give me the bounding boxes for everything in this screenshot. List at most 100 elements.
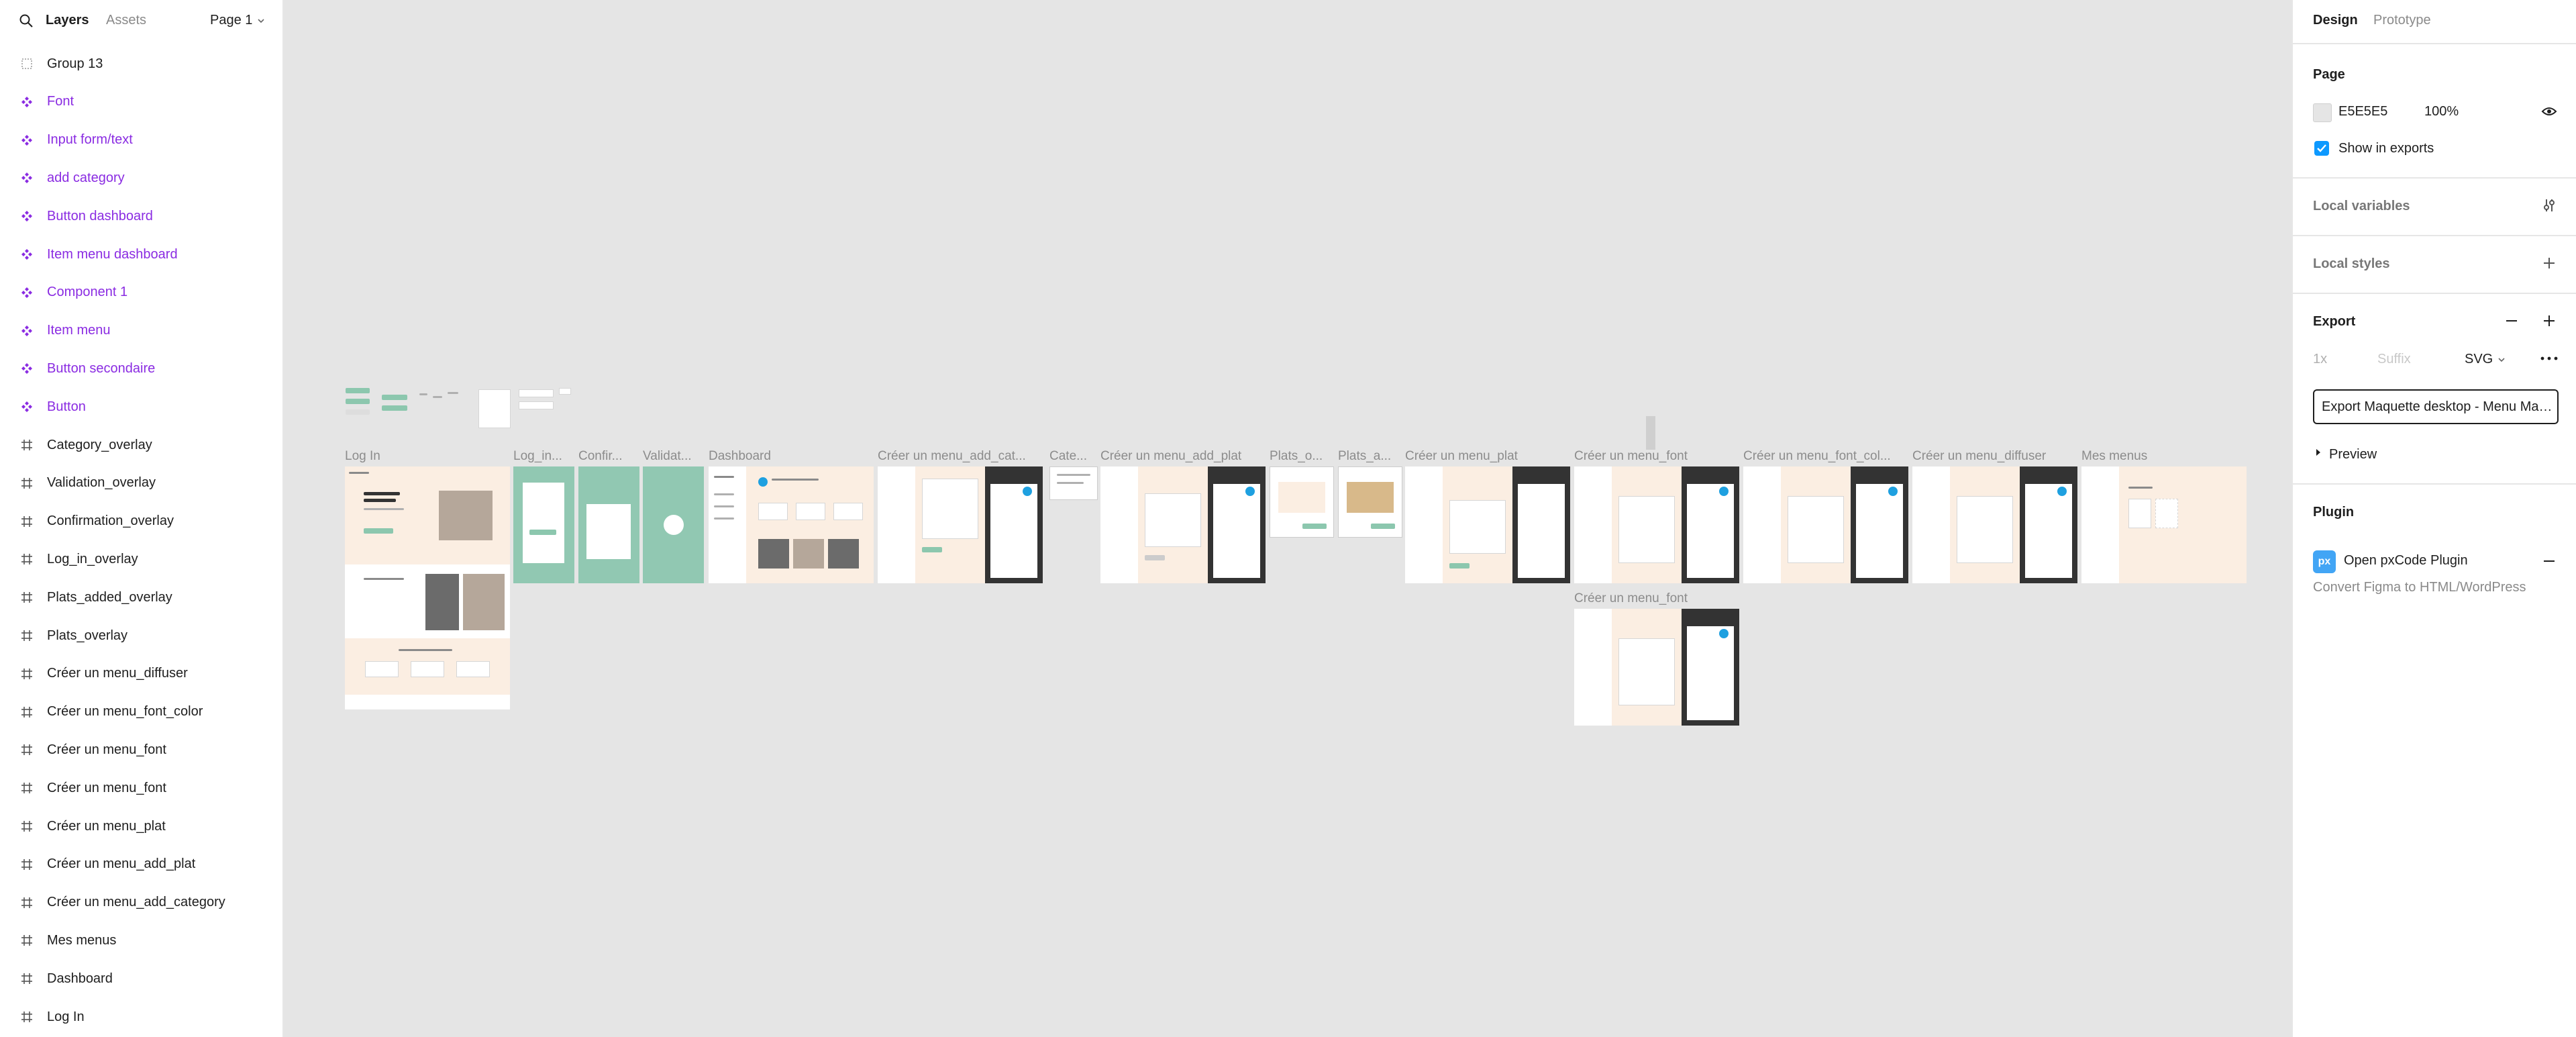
add-style-icon[interactable] <box>2542 256 2556 270</box>
frame-menu-font-color[interactable] <box>1743 466 1908 583</box>
export-suffix-field[interactable]: Suffix <box>2377 352 2411 367</box>
layer-item[interactable]: Group 13 <box>0 49 282 79</box>
export-scale[interactable]: 1x <box>2313 352 2327 367</box>
layer-item[interactable]: Component 1 <box>0 278 282 307</box>
frame-label-menu-font-color[interactable]: Créer un menu_font_col... <box>1743 449 1891 464</box>
frame-label-menu-diffuser[interactable]: Créer un menu_diffuser <box>1912 449 2046 464</box>
frame-label-add-category[interactable]: Créer un menu_add_cat... <box>878 449 1026 464</box>
export-format-select[interactable]: SVG <box>2465 352 2506 367</box>
frame-login[interactable] <box>345 466 510 709</box>
frame-label-plats-overlay[interactable]: Plats_o... <box>1270 449 1323 464</box>
page-selector[interactable]: Page 1 <box>210 13 266 28</box>
layer-item[interactable]: Log_in_overlay <box>0 544 282 574</box>
component-icon <box>21 96 33 108</box>
frame-label-category-overlay[interactable]: Cate... <box>1049 449 1087 464</box>
frame-mes-menus[interactable] <box>2081 466 2247 583</box>
layer-item[interactable]: Button dashboard <box>0 201 282 231</box>
frame-plats-added[interactable] <box>1338 466 1402 538</box>
frame-label-menu-plat[interactable]: Créer un menu_plat <box>1405 449 1518 464</box>
tab-assets[interactable]: Assets <box>106 13 146 28</box>
frame-label-add-plat[interactable]: Créer un menu_add_plat <box>1100 449 1241 464</box>
show-in-exports-checkbox[interactable] <box>2314 141 2329 156</box>
layer-item[interactable]: Item menu <box>0 316 282 346</box>
design-panel: Design Prototype Page E5E5E5 100% Show i… <box>2291 0 2576 1037</box>
more-options-icon[interactable] <box>2540 353 2559 364</box>
layer-item[interactable]: Button <box>0 392 282 422</box>
page-color-value[interactable]: E5E5E5 <box>2338 104 2387 119</box>
export-title: Export <box>2313 314 2356 329</box>
layer-item[interactable]: Créer un menu_font <box>0 773 282 803</box>
remove-export-icon[interactable] <box>2505 314 2518 328</box>
divider <box>2293 177 2576 179</box>
layer-item[interactable]: Category_overlay <box>0 430 282 460</box>
layer-item[interactable]: Button secondaire <box>0 354 282 383</box>
frame-dashboard[interactable] <box>709 466 874 583</box>
component-thumb[interactable] <box>344 383 371 416</box>
layer-item[interactable]: Plats_added_overlay <box>0 583 282 612</box>
eye-icon[interactable] <box>2541 105 2557 118</box>
layer-item[interactable]: Créer un menu_plat <box>0 811 282 841</box>
component-cluster[interactable] <box>344 376 626 450</box>
frame-category-overlay[interactable] <box>1049 466 1098 500</box>
plugin-name[interactable]: Open pxCode Plugin <box>2344 553 2468 569</box>
layer-item[interactable]: Créer un menu_font_color <box>0 697 282 727</box>
component-icon <box>21 362 33 375</box>
frame-login-overlay[interactable] <box>513 466 574 583</box>
tab-design[interactable]: Design <box>2313 13 2358 28</box>
layer-item[interactable]: add category <box>0 163 282 193</box>
variables-icon[interactable] <box>2541 197 2557 213</box>
component-thumb[interactable] <box>478 389 511 428</box>
preview-toggle[interactable]: Preview <box>2329 447 2377 462</box>
frame-label-dashboard[interactable]: Dashboard <box>709 449 771 464</box>
layer-label: Créer un menu_diffuser <box>47 666 188 681</box>
frame-add-plat[interactable] <box>1100 466 1266 583</box>
frame-add-category[interactable] <box>878 466 1043 583</box>
layer-label: Créer un menu_font <box>47 780 166 795</box>
design-canvas[interactable]: Log In Log_in... Confir... Validat... Da… <box>284 0 2291 1037</box>
search-icon[interactable] <box>19 13 34 28</box>
frame-label-login-overlay[interactable]: Log_in... <box>513 449 562 464</box>
layer-item[interactable]: Créer un menu_diffuser <box>0 659 282 689</box>
frame-label-confirmation[interactable]: Confir... <box>578 449 622 464</box>
layer-item[interactable]: Item menu dashboard <box>0 240 282 269</box>
layer-item[interactable]: Créer un menu_font <box>0 735 282 764</box>
frame-label-mes-menus[interactable]: Mes menus <box>2081 449 2147 464</box>
tab-prototype[interactable]: Prototype <box>2373 13 2431 28</box>
frame-menu-font[interactable] <box>1574 466 1739 583</box>
frame-label-login[interactable]: Log In <box>345 449 380 464</box>
frame-label-menu-font-2[interactable]: Créer un menu_font <box>1574 591 1688 606</box>
tab-layers[interactable]: Layers <box>46 13 89 28</box>
frame-validation[interactable] <box>643 466 704 583</box>
frame-label-plats-added[interactable]: Plats_a... <box>1338 449 1391 464</box>
layer-label: Créer un menu_font <box>47 742 166 757</box>
layer-item[interactable]: Mes menus <box>0 926 282 955</box>
layer-item[interactable]: Input form/text <box>0 126 282 155</box>
layer-item[interactable]: Log In <box>0 1002 282 1032</box>
caret-right-icon[interactable] <box>2314 448 2322 456</box>
frame-confirmation[interactable] <box>578 466 639 583</box>
page-color-swatch[interactable] <box>2313 103 2332 122</box>
layer-item[interactable]: Dashboard <box>0 964 282 993</box>
divider <box>2293 483 2576 485</box>
page-opacity-value[interactable]: 100% <box>2424 104 2459 119</box>
add-export-icon[interactable] <box>2542 314 2556 328</box>
frame-label-validation[interactable]: Validat... <box>643 449 692 464</box>
layer-item[interactable]: Font <box>0 87 282 117</box>
frame-menu-diffuser[interactable] <box>1912 466 2077 583</box>
frame-menu-plat[interactable] <box>1405 466 1570 583</box>
component-thumb-small[interactable] <box>1646 416 1655 450</box>
frame-menu-font-2[interactable] <box>1574 609 1739 726</box>
local-styles-title[interactable]: Local styles <box>2313 256 2390 272</box>
layer-item[interactable]: Confirmation_overlay <box>0 507 282 536</box>
component-thumb[interactable] <box>382 395 407 400</box>
remove-plugin-icon[interactable] <box>2542 554 2556 568</box>
layer-item[interactable]: Créer un menu_add_plat <box>0 850 282 879</box>
pxcode-icon[interactable]: px <box>2313 550 2336 573</box>
frame-plats-overlay[interactable] <box>1270 466 1334 538</box>
frame-label-menu-font[interactable]: Créer un menu_font <box>1574 449 1688 464</box>
export-button[interactable]: Export Maquette desktop - Menu Maquette <box>2313 389 2559 424</box>
layer-item[interactable]: Validation_overlay <box>0 468 282 498</box>
layer-item[interactable]: Créer un menu_add_category <box>0 888 282 918</box>
local-variables-title[interactable]: Local variables <box>2313 199 2410 214</box>
layer-item[interactable]: Plats_overlay <box>0 621 282 650</box>
